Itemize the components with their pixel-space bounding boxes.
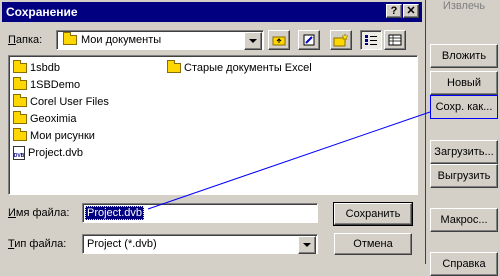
folder-icon (63, 32, 77, 45)
up-folder-icon[interactable] (268, 30, 290, 50)
folder-icon (13, 128, 27, 141)
details-view-icon[interactable] (384, 30, 406, 50)
list-item-label: 1SBDemo (30, 79, 81, 91)
load-button[interactable]: Загрузить... (430, 140, 498, 164)
filename-label-rest: мя файла: (15, 207, 70, 219)
folder-icon (13, 94, 27, 107)
list-item[interactable]: Мои рисунки (13, 128, 95, 144)
list-item[interactable]: Старые документы Excel (167, 60, 312, 76)
cancel-button[interactable]: Отмена (334, 233, 412, 255)
list-item[interactable]: 1sbdb (13, 60, 60, 76)
chevron-down-icon[interactable] (244, 32, 262, 50)
folder-icon (13, 111, 27, 124)
extract-button[interactable]: Извлечь (430, 0, 498, 12)
help-button[interactable]: Справка (430, 252, 498, 276)
filetype-label-rest: ип файла: (14, 238, 67, 250)
save-dialog: Сохранение ? ✕ Папка: Мои документы 1sbd… (0, 0, 426, 264)
folder-label-rest: апка: (15, 34, 43, 46)
list-item[interactable]: 1SBDemo (13, 77, 80, 93)
dialog-titlebar: Сохранение (2, 2, 422, 22)
save-as-button[interactable]: Сохр. как... (430, 95, 498, 119)
filetype-combo[interactable]: Project (*.dvb) (82, 234, 318, 254)
dvb-file-icon: DVB (13, 146, 25, 160)
folder-label: Папка: (8, 34, 43, 46)
folder-icon (13, 60, 27, 73)
chevron-down-icon[interactable] (298, 236, 316, 254)
filename-value: Project.dvb (85, 206, 145, 220)
save-button[interactable]: Сохранить (333, 202, 413, 226)
filetype-label: Тип файла: (8, 238, 67, 250)
macro-button[interactable]: Макрос... (430, 208, 498, 232)
help-icon[interactable]: ? (386, 4, 402, 18)
desktop-icon[interactable] (298, 30, 320, 50)
list-view-icon[interactable] (360, 30, 382, 50)
list-item[interactable]: Geoximia (13, 111, 76, 127)
list-item[interactable]: Corel User Files (13, 94, 109, 110)
list-item-label: Project.dvb (28, 147, 84, 159)
list-item[interactable]: DVB Project.dvb (13, 145, 83, 161)
filename-label: Имя файла: (8, 207, 70, 219)
list-item-label: Старые документы Excel (184, 62, 312, 74)
embed-button[interactable]: Вложить (430, 44, 498, 68)
filetype-value: Project (*.dvb) (87, 238, 157, 250)
new-folder-icon[interactable] (330, 30, 352, 50)
list-item-label: 1sbdb (30, 62, 60, 74)
folder-icon (167, 60, 181, 73)
close-icon[interactable]: ✕ (403, 4, 419, 18)
folder-icon (13, 77, 27, 90)
new-button[interactable]: Новый (430, 71, 498, 95)
list-item-label: Мои рисунки (30, 130, 95, 142)
filename-field[interactable]: Project.dvb (82, 203, 318, 223)
folder-value: Мои документы (81, 34, 162, 46)
dialog-title: Сохранение (6, 5, 78, 19)
list-item-label: Corel User Files (30, 96, 109, 108)
list-item-label: Geoximia (30, 113, 77, 125)
file-list: 1sbdb 1SBDemo Corel User Files Geoximia … (8, 55, 418, 195)
folder-combo[interactable]: Мои документы (56, 30, 264, 50)
unload-button[interactable]: Выгрузить (430, 164, 498, 188)
